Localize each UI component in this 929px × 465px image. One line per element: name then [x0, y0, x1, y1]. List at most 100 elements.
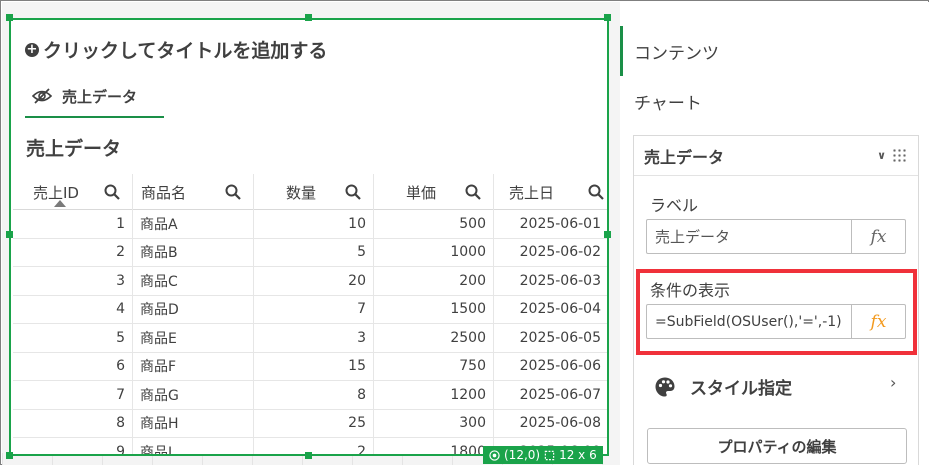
resize-handle[interactable] [604, 14, 611, 21]
nav-label: チャート [634, 93, 702, 114]
resize-handle[interactable] [6, 231, 13, 238]
size-text: 12 x 6 [559, 448, 597, 462]
table-row[interactable]: 5 商品E 3 2500 2025-06-05 [13, 324, 609, 353]
table-cell[interactable]: 6 [13, 352, 133, 380]
search-icon[interactable] [104, 184, 120, 200]
table-cell[interactable]: 1000 [374, 238, 494, 266]
table-cell[interactable]: 商品I [133, 438, 254, 456]
resize-icon [544, 450, 555, 460]
nav-chart[interactable]: チャート [620, 76, 929, 126]
table-cell[interactable]: 2025-06-02 [494, 238, 609, 266]
column-header-unit-price[interactable]: 単価 [374, 174, 494, 210]
fx-icon[interactable]: fx [851, 220, 905, 253]
table-cell[interactable]: 商品H [133, 409, 254, 437]
style-section[interactable]: スタイル指定 [654, 374, 792, 399]
label-field[interactable]: fx [646, 219, 906, 254]
nav-contents[interactable]: コンテンツ [620, 26, 929, 76]
table-cell[interactable]: 1800 [374, 438, 494, 456]
table-cell[interactable]: 2025-06-01 [494, 210, 609, 238]
table-cell[interactable]: 2025-06-08 [494, 409, 609, 437]
add-title-button[interactable]: + クリックしてタイトルを追加する [25, 36, 327, 63]
table-cell[interactable]: 2025-06-05 [494, 324, 609, 352]
table-cell[interactable]: 商品B [133, 238, 254, 266]
table-cell[interactable]: 5 [13, 324, 133, 352]
table-cell[interactable]: 10 [254, 210, 374, 238]
search-icon[interactable] [465, 184, 481, 200]
chevron-down-icon[interactable]: ∨ [877, 149, 886, 162]
table-cell[interactable]: 3 [254, 324, 374, 352]
table-cell[interactable]: 500 [374, 210, 494, 238]
table-cell[interactable]: 商品F [133, 352, 254, 380]
table-row[interactable]: 6 商品F 15 750 2025-06-06 [13, 352, 609, 381]
table-cell[interactable]: 7 [254, 295, 374, 323]
table-cell[interactable]: 2025-06-06 [494, 352, 609, 380]
table-cell[interactable]: 2025-06-03 [494, 267, 609, 295]
resize-handle[interactable] [305, 452, 312, 459]
section-title: 売上データ [644, 147, 725, 167]
table-cell[interactable]: 200 [374, 267, 494, 295]
table-cell[interactable]: 2500 [374, 324, 494, 352]
tab-sales-data[interactable]: 売上データ [25, 76, 164, 118]
table-cell[interactable]: 2 [254, 438, 374, 456]
table-cell[interactable]: 300 [374, 409, 494, 437]
table-cell[interactable]: 7 [13, 381, 133, 409]
table-cell[interactable]: 1200 [374, 381, 494, 409]
column-header-quantity[interactable]: 数量 [254, 174, 374, 210]
highlight-box [636, 269, 917, 355]
search-icon[interactable] [345, 184, 361, 200]
table-cell[interactable]: 15 [254, 352, 374, 380]
properties-panel: コンテンツ チャート 売上データ ∨ ラベル fx 条件の表示 fx [620, 2, 929, 465]
table-header: 売上ID 商品名 数量 単価 売上日 [13, 174, 609, 210]
table-cell[interactable]: 8 [254, 381, 374, 409]
table-cell[interactable]: 3 [13, 267, 133, 295]
table-row[interactable]: 4 商品D 7 1500 2025-06-04 [13, 295, 609, 324]
section-header[interactable]: 売上データ ∨ [634, 136, 918, 176]
search-icon[interactable] [588, 184, 604, 200]
resize-handle[interactable] [305, 14, 312, 21]
table-cell[interactable]: 商品A [133, 210, 254, 238]
column-label: 売上日 [509, 184, 555, 202]
table-body: 1 商品A 10 500 2025-06-01 2 商品B 5 1000 2025-06-02 3 商… [13, 210, 609, 456]
table-cell[interactable]: 商品D [133, 295, 254, 323]
label-input[interactable] [647, 220, 851, 253]
style-label: スタイル指定 [690, 379, 792, 399]
plus-circle-icon: + [25, 41, 39, 57]
column-header-sales-id[interactable]: 売上ID [13, 174, 133, 210]
tab-label: 売上データ [62, 87, 138, 106]
table-cell[interactable]: 5 [254, 238, 374, 266]
table-cell[interactable]: 9 [13, 438, 133, 456]
chevron-right-icon[interactable]: › [890, 373, 896, 392]
column-header-sales-date[interactable]: 売上日 [494, 174, 609, 210]
table-cell[interactable]: 2025-06-07 [494, 381, 609, 409]
table-cell[interactable]: 750 [374, 352, 494, 380]
column-label: 商品名 [141, 184, 187, 202]
resize-handle[interactable] [604, 231, 611, 238]
table-cell[interactable]: 2 [13, 238, 133, 266]
nav-label: コンテンツ [634, 43, 719, 64]
table-cell[interactable]: 商品E [133, 324, 254, 352]
table-title: 売上データ [26, 138, 122, 160]
resize-handle[interactable] [6, 452, 13, 459]
table-object[interactable]: + クリックしてタイトルを追加する 売上データ 売上データ 売上ID 商品名 数… [9, 18, 609, 456]
table-cell[interactable]: 25 [254, 409, 374, 437]
table-cell[interactable]: 1500 [374, 295, 494, 323]
table-row[interactable]: 7 商品G 8 1200 2025-06-07 [13, 381, 609, 410]
table-cell[interactable]: 1 [13, 210, 133, 238]
drag-handle-icon[interactable] [892, 148, 906, 164]
column-label: 単価 [406, 184, 437, 202]
table-cell[interactable]: 商品C [133, 267, 254, 295]
table-row[interactable]: 1 商品A 10 500 2025-06-01 [13, 210, 609, 239]
search-icon[interactable] [225, 184, 241, 200]
table-cell[interactable]: 8 [13, 409, 133, 437]
resize-handle[interactable] [6, 14, 13, 21]
table-cell[interactable]: 4 [13, 295, 133, 323]
edit-properties-button[interactable]: プロパティの編集 [647, 428, 907, 464]
table-row[interactable]: 8 商品H 25 300 2025-06-08 [13, 409, 609, 438]
sort-ascending-icon[interactable] [54, 200, 66, 207]
table-row[interactable]: 3 商品C 20 200 2025-06-03 [13, 267, 609, 296]
table-cell[interactable]: 20 [254, 267, 374, 295]
table-row[interactable]: 2 商品B 5 1000 2025-06-02 [13, 238, 609, 267]
table-cell[interactable]: 商品G [133, 381, 254, 409]
table-cell[interactable]: 2025-06-04 [494, 295, 609, 323]
column-header-product-name[interactable]: 商品名 [133, 174, 254, 210]
